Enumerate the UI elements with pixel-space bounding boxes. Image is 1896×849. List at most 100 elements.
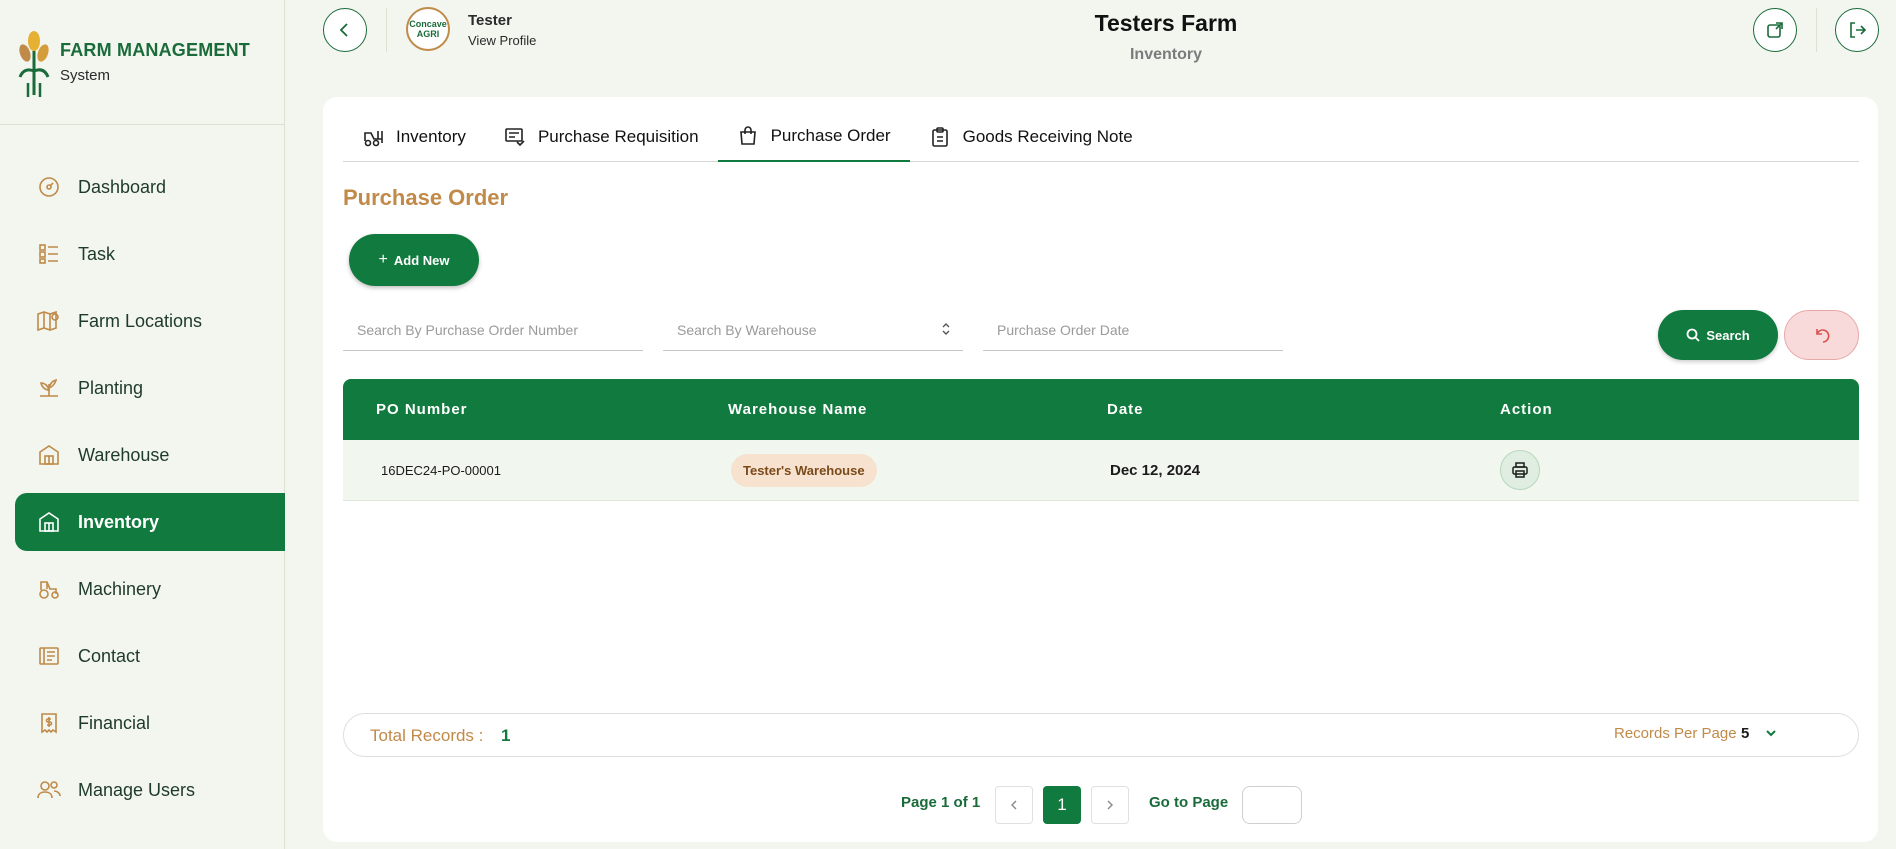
page-section: Inventory [1129,46,1202,63]
column-header: PO Number [376,401,468,418]
goto-page-input[interactable] [1242,786,1302,824]
sidebar-item-contact[interactable]: Contact [0,627,285,685]
warehouse-icon [36,442,62,468]
sidebar-item-label: Task [78,243,116,264]
records-per-page-label: Records Per Page [1614,725,1737,742]
content-card: Inventory Purchase Requisition Purchase … [323,97,1878,842]
column-header: Warehouse Name [728,401,868,418]
sidebar-item-financial[interactable]: Financial [0,694,285,752]
contact-icon [36,643,62,669]
map-pin-icon [36,308,62,334]
switch-farm-button[interactable] [1753,8,1797,52]
po-number-cell: 16DEC24-PO-00001 [381,462,501,478]
logout-button[interactable] [1835,8,1879,52]
sidebar-item-planting[interactable]: Planting [0,359,285,417]
forklift-icon [362,126,384,148]
warehouse-cell: Tester's Warehouse [731,440,877,500]
warehouse-search-input[interactable] [663,309,963,351]
page-title: Purchase Order [343,185,509,210]
wheat-logo-icon [16,27,52,97]
date-cell: Dec 12, 2024 [1110,461,1201,479]
add-new-label: Add New [393,252,450,268]
sidebar-item-warehouse[interactable]: Warehouse [0,426,285,484]
records-per-page-value[interactable]: 5 [1741,725,1749,742]
tab-purchase-requisition[interactable]: Purchase Requisition [485,112,718,162]
tab-label: Inventory [396,127,466,146]
select-updown-icon [941,322,951,337]
avatar-logo-text: Concave AGRI [409,19,447,39]
page-info: Page 1 of 1 [901,794,981,811]
add-new-button[interactable]: + Add New [349,234,479,286]
warehouse-badge: Tester's Warehouse [731,453,877,487]
action-cell [1500,440,1540,500]
total-records-label: Total Records : [370,726,484,745]
current-page-button[interactable]: 1 [1043,786,1081,824]
sidebar-nav: Dashboard Task Farm Locations Planting W… [0,158,285,828]
brand-subtitle: System [60,67,111,84]
logout-icon [1850,22,1867,38]
next-page-button[interactable] [1091,786,1129,824]
header-divider [386,8,387,52]
purchase-order-table: PO Number Warehouse Name Date Action 16D… [343,379,1859,501]
sidebar-item-dashboard[interactable]: Dashboard [0,158,285,216]
farm-title: Testers Farm [1094,10,1238,36]
print-button[interactable] [1500,450,1540,490]
sidebar-item-label: Farm Locations [78,310,203,331]
view-profile-link[interactable]: View Profile [468,33,536,48]
prev-page-button[interactable] [995,786,1033,824]
chevron-right-icon [1107,800,1113,810]
sidebar-item-task[interactable]: Task [0,225,285,283]
top-header: Concave AGRI Tester View Profile Testers… [286,0,1896,63]
chevron-left-icon [339,23,348,37]
sidebar-item-inventory[interactable]: Inventory [15,493,285,551]
clipboard-icon [929,126,951,148]
goto-page-label: Go to Page [1149,794,1229,811]
search-button[interactable]: Search [1658,310,1778,360]
tab-label: Purchase Order [770,126,891,145]
inventory-icon [36,509,62,535]
brand-title: FARM MANAGEMENT [60,40,250,60]
printer-icon [1512,462,1528,478]
warehouse-select[interactable] [663,309,963,351]
shopping-bag-icon [737,125,759,147]
column-header: Action [1500,401,1553,418]
sidebar-item-label: Contact [78,645,141,666]
header-divider [1816,8,1817,52]
financial-icon [36,710,62,736]
sidebar: FARM MANAGEMENT System Dashboard Task Fa… [0,0,285,849]
column-header: Date [1107,401,1144,418]
sidebar-item-label: Financial [78,712,151,733]
chevron-down-icon[interactable] [1764,726,1778,745]
tab-goods-receiving-note[interactable]: Goods Receiving Note [910,112,1152,162]
sidebar-item-label: Inventory [78,511,160,532]
sidebar-item-farm-locations[interactable]: Farm Locations [0,292,285,350]
search-label: Search [1706,327,1750,343]
plus-icon: + [378,251,388,268]
brand: FARM MANAGEMENT System [0,0,284,125]
avatar[interactable]: Concave AGRI [406,7,450,51]
task-icon [36,241,62,267]
sidebar-item-label: Warehouse [78,444,170,465]
users-icon [36,777,62,803]
plant-icon [36,375,62,401]
share-box-icon [1767,22,1783,38]
sidebar-item-label: Manage Users [78,779,196,800]
sidebar-item-label: Dashboard [78,176,167,197]
table-row[interactable]: 16DEC24-PO-00001 Tester's Warehouse Dec … [343,440,1859,501]
po-date-input[interactable] [983,309,1283,351]
tab-inventory[interactable]: Inventory [343,112,485,162]
dashboard-icon [36,174,62,200]
undo-icon [1815,329,1829,343]
records-bar: Total Records : 1 Records Per Page 5 [343,713,1859,757]
sidebar-item-machinery[interactable]: Machinery [0,560,285,618]
sidebar-item-manage-users[interactable]: Manage Users [0,761,285,819]
sidebar-item-label: Planting [78,377,144,398]
requisition-icon [504,126,526,148]
table-header: PO Number Warehouse Name Date Action [343,379,1859,440]
po-number-search-input[interactable] [343,309,643,351]
search-icon [1686,328,1700,342]
reset-button[interactable] [1784,310,1859,360]
back-button[interactable] [323,8,367,52]
tab-purchase-order[interactable]: Purchase Order [717,112,910,162]
tab-bar: Inventory Purchase Requisition Purchase … [343,112,1859,162]
